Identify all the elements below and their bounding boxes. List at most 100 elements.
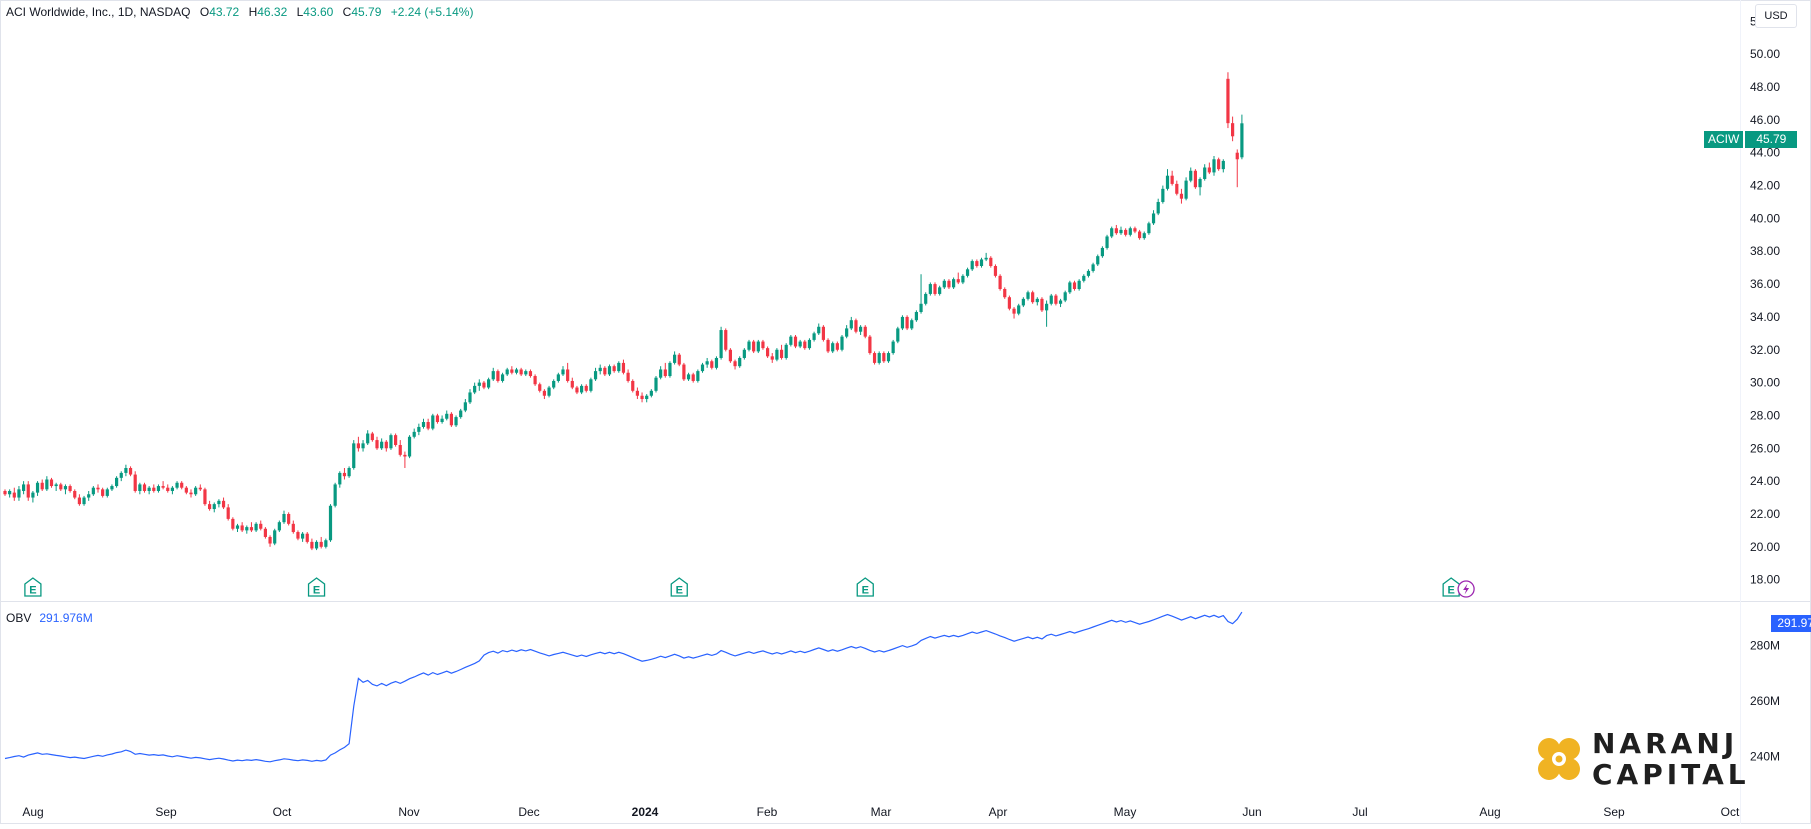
candle-body <box>245 527 249 531</box>
candle-body <box>1049 295 1053 304</box>
price-axis[interactable]: 18.00 20.00 22.00 24.00 26.00 28.00 30.00 32.00… <box>1750 14 1780 586</box>
candle-body <box>859 326 863 332</box>
candle-body <box>147 487 151 491</box>
candle-body <box>105 489 109 496</box>
candle-body <box>184 487 188 493</box>
candle-body <box>863 326 867 337</box>
candle-body <box>700 364 705 372</box>
candle-body <box>645 395 649 400</box>
candle-body <box>208 504 212 510</box>
symbol-title[interactable]: ACI Worldwide, Inc., 1D, NASDAQ <box>6 5 191 19</box>
candle-body <box>556 374 560 381</box>
event-markers: EEEEE <box>24 577 1475 598</box>
candle-body <box>542 390 546 396</box>
candle-body <box>1147 223 1151 234</box>
obv-last-value-label: 291.976M <box>1771 615 1811 632</box>
candle-body <box>817 326 821 334</box>
price-tick-label: 48.00 <box>1750 80 1780 94</box>
candle-body <box>231 518 235 529</box>
candle-body <box>914 311 918 321</box>
candle-body <box>654 377 658 391</box>
candle-body <box>840 336 844 350</box>
candle-body <box>1077 280 1081 290</box>
candle-body <box>877 353 881 363</box>
candle-body <box>249 527 254 531</box>
candle-body <box>342 472 347 477</box>
earnings-marker-label: E <box>862 585 869 597</box>
candle-body <box>826 339 830 352</box>
candle-body <box>752 341 756 352</box>
candle-body <box>347 467 351 477</box>
earnings-marker-icon: E <box>307 577 326 597</box>
candle-body <box>626 372 630 381</box>
candle-body <box>910 320 914 329</box>
candle-body <box>528 371 533 377</box>
candle-body <box>221 500 226 508</box>
candle-body <box>770 356 774 360</box>
candle-body <box>445 413 449 419</box>
candle-body <box>821 326 825 340</box>
naranj-capital-watermark: NARANJ CAPITAL <box>1536 728 1750 790</box>
candle-body <box>1026 292 1030 299</box>
candle-body <box>993 266 998 276</box>
price-tick-label: 34.00 <box>1750 310 1780 324</box>
candle-body <box>1138 231 1142 239</box>
obv-axis[interactable]: 240M 260M 280M <box>1750 638 1780 763</box>
candle-body <box>273 530 277 544</box>
price-tick-label: 20.00 <box>1750 540 1780 554</box>
candle-body <box>1217 159 1221 170</box>
price-tick-label: 50.00 <box>1750 47 1780 61</box>
candle-body <box>198 487 202 490</box>
candle-body <box>710 361 714 368</box>
candle-body <box>319 541 323 547</box>
candle-body <box>91 487 95 495</box>
candle-body <box>370 433 374 441</box>
candle-body <box>668 362 672 377</box>
candle-body <box>352 443 356 468</box>
time-axis[interactable]: Aug Sep Oct Nov Dec 2024 Feb Mar Apr May Jun Jul Aug… <box>22 805 1740 819</box>
candle-body <box>459 410 463 418</box>
candle-body <box>617 362 621 372</box>
candle-body <box>575 387 579 393</box>
candle-body <box>403 454 407 457</box>
candle-body <box>240 525 244 531</box>
candle-body <box>1082 275 1086 281</box>
candle-body <box>26 484 30 498</box>
candle-body <box>682 364 686 380</box>
currency-button[interactable]: USD <box>1755 4 1797 28</box>
candle-body <box>900 316 905 329</box>
candle-body <box>510 369 514 373</box>
candle-body <box>919 303 923 312</box>
candlestick-series <box>3 72 1244 551</box>
candle-body <box>1100 247 1104 257</box>
candle-body <box>110 486 114 490</box>
candle-body <box>673 354 677 363</box>
candle-body <box>598 367 602 372</box>
candle-body <box>500 374 505 381</box>
time-tick-label: Aug <box>1479 805 1500 819</box>
candle-body <box>119 472 123 478</box>
candle-body <box>73 490 77 498</box>
obv-legend-name[interactable]: OBV <box>6 611 31 625</box>
candle-body <box>235 525 240 529</box>
candle-body <box>1193 170 1197 188</box>
candle-body <box>868 336 872 354</box>
open-label: O <box>199 5 210 19</box>
candle-body <box>631 380 635 391</box>
candle-body <box>1221 160 1225 170</box>
watermark-line1: NARANJ <box>1592 727 1739 760</box>
candle-body <box>301 533 305 539</box>
candle-body <box>593 371 598 380</box>
candle-body <box>589 379 593 391</box>
price-tick-label: 18.00 <box>1750 573 1780 587</box>
candle-body <box>217 500 221 505</box>
candle-body <box>784 344 788 358</box>
candle-body <box>1198 178 1202 188</box>
candle-body <box>1231 123 1235 137</box>
time-tick-label: Mar <box>871 805 892 819</box>
obv-tick-label: 280M <box>1750 638 1780 652</box>
earnings-marker-label: E <box>313 585 320 597</box>
candle-body <box>1091 264 1095 271</box>
candle-body <box>412 431 416 437</box>
candle-body <box>305 533 309 542</box>
